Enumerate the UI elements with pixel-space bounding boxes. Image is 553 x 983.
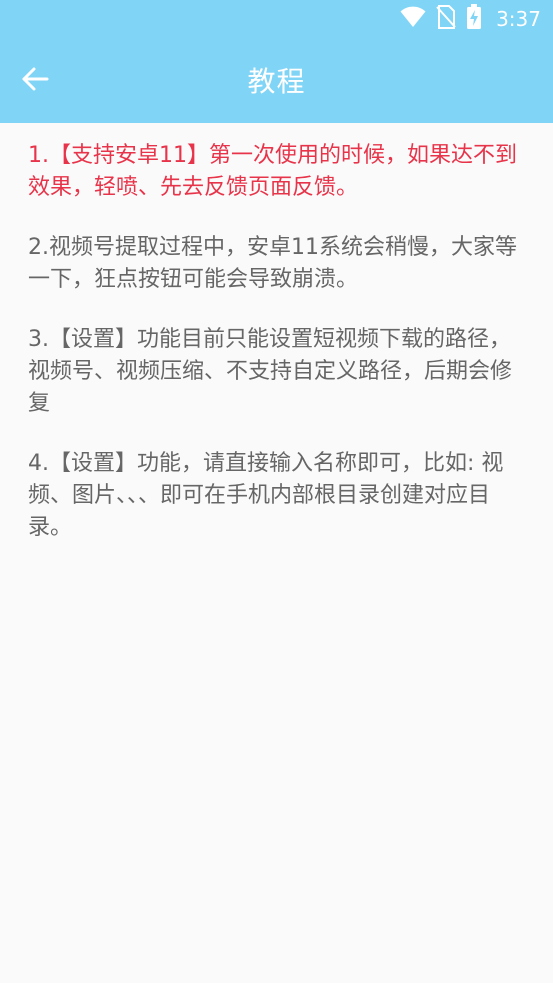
tutorial-content: 1.【支持安卓11】第一次使用的时候，如果达不到效果，轻喷、先去反馈页面反馈。 … xyxy=(28,140,528,572)
status-icons: 3:37 xyxy=(400,4,541,34)
app-bar: 3:37 教程 xyxy=(0,0,553,123)
battery-charging-icon xyxy=(466,4,482,34)
wifi-icon xyxy=(400,6,426,32)
status-time: 3:37 xyxy=(496,7,541,31)
no-sim-icon xyxy=(436,5,456,33)
tip-item-4: 4.【设置】功能，请直接输入名称即可，比如: 视频、图片、、、即可在手机内部根目… xyxy=(28,451,504,540)
toolbar: 教程 xyxy=(0,38,553,123)
tip-item-2: 2.视频号提取过程中，安卓11系统会稍慢，大家等一下，狂点按钮可能会导致崩溃。 xyxy=(28,235,517,292)
tip-item-3: 3.【设置】功能目前只能设置短视频下载的路径，视频号、视频压缩、不支持自定义路径… xyxy=(28,327,513,416)
status-bar: 3:37 xyxy=(0,0,553,38)
page-title: 教程 xyxy=(247,65,306,98)
tip-item-1: 1.【支持安卓11】第一次使用的时候，如果达不到效果，轻喷、先去反馈页面反馈。 xyxy=(28,143,517,200)
